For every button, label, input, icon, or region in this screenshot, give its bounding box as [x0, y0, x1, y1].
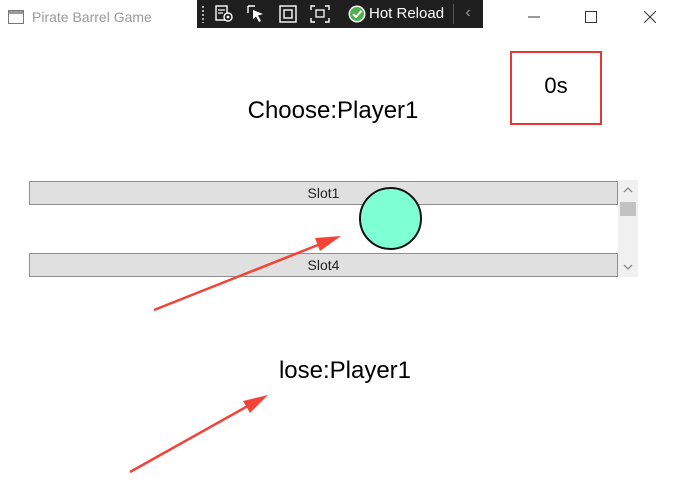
display-layout-adorners-icon[interactable] — [277, 4, 299, 24]
live-visual-tree-icon[interactable] — [213, 4, 235, 24]
timer-text: 0s — [544, 73, 568, 98]
close-button[interactable] — [627, 0, 673, 34]
hot-reload-check-icon[interactable] — [347, 4, 367, 24]
scroll-down-button[interactable] — [618, 257, 638, 277]
minimize-icon — [528, 16, 540, 18]
title-bar: Pirate Barrel Game Hot Reload ‹ — [0, 0, 680, 34]
window-title: Pirate Barrel Game — [32, 9, 152, 25]
scroll-thumb[interactable] — [620, 202, 636, 216]
slot-list[interactable]: Slot1 Slot4 — [29, 180, 638, 277]
slot-4-button[interactable]: Slot4 — [29, 253, 618, 277]
track-focused-element-icon[interactable] — [309, 4, 331, 24]
choose-player-label: Choose:Player1 — [247, 97, 419, 124]
xaml-debug-toolbar: Hot Reload ‹ — [197, 0, 483, 28]
chevron-down-icon — [623, 264, 633, 270]
slot-1-button[interactable]: Slot1 — [29, 181, 618, 205]
minimize-button[interactable] — [511, 0, 557, 34]
app-window-icon — [8, 10, 24, 24]
chevron-up-icon — [623, 187, 633, 193]
ball — [359, 187, 422, 250]
collapse-toolbar-icon[interactable]: ‹ — [459, 3, 477, 23]
close-icon — [644, 11, 656, 23]
timer-box: 0s — [510, 51, 602, 125]
maximize-icon — [585, 11, 597, 23]
annotation-arrow-icon — [129, 395, 268, 474]
select-element-icon[interactable] — [245, 4, 267, 24]
toolbar-divider — [453, 4, 454, 24]
hot-reload-label[interactable]: Hot Reload — [369, 5, 444, 22]
toolbar-grip-icon[interactable] — [201, 5, 205, 23]
lose-player-label: lose:Player1 — [278, 357, 412, 384]
vertical-scrollbar[interactable] — [618, 180, 638, 277]
maximize-button[interactable] — [568, 0, 614, 34]
scroll-up-button[interactable] — [618, 180, 638, 200]
